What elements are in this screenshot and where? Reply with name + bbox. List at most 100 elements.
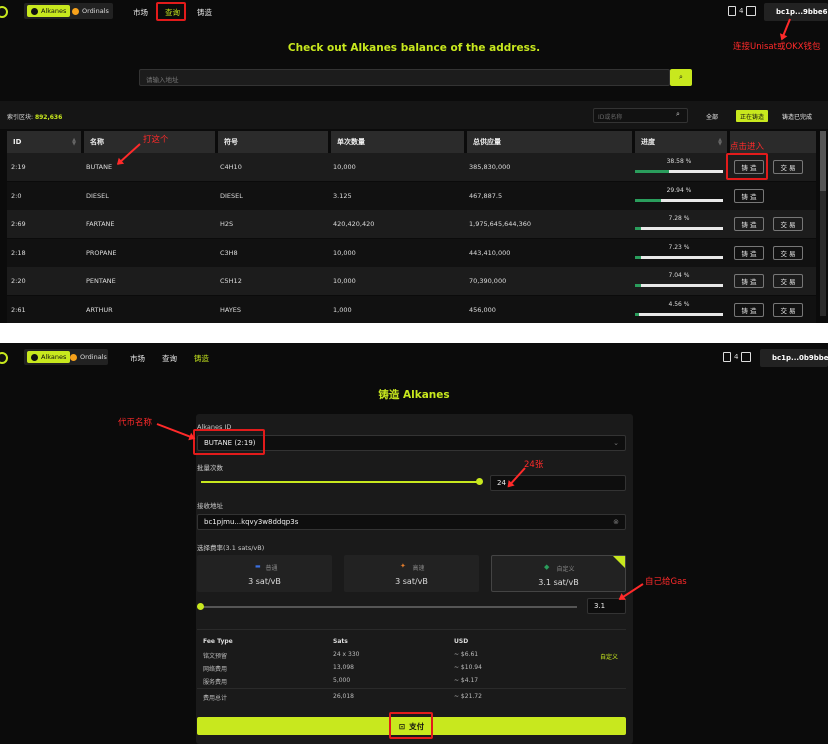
cell-amount: 420,420,420 [333, 220, 375, 228]
table-row[interactable]: 2:69 FARTANE H2S 420,420,420 1,975,645,644,3… [7, 210, 816, 238]
cell-name[interactable]: PROPANE [86, 239, 116, 267]
receive-address-input[interactable]: bc1pjmu...kqvy3w8ddqp3s ⊗ [197, 514, 626, 530]
cell-supply: 1,975,645,644,360 [469, 220, 532, 228]
wallet-button[interactable]: bc1p...9bbe6 [764, 3, 828, 21]
custom-fee-link[interactable]: 自定义 [600, 652, 618, 661]
mint-button[interactable]: 铸 造 [734, 245, 764, 260]
table-row[interactable]: 2:20 PENTANE C5H12 10,000 70,390,000 7.04 % 铸 … [7, 267, 816, 295]
progress-fill [635, 170, 669, 173]
nav-mint[interactable]: 铸造 [197, 7, 212, 18]
progress-label: 7.04 % [668, 272, 690, 279]
nav-query[interactable]: 查询 [162, 353, 177, 364]
sort-icon: ▲ ▼ [718, 137, 722, 147]
cell-name[interactable]: BUTANE [86, 153, 112, 181]
cell-supply: 443,410,000 [469, 248, 511, 257]
scrollbar-thumb[interactable] [820, 131, 826, 191]
col-id[interactable]: ID ▲ ▼ [7, 131, 81, 153]
search-button[interactable]: ⌕ [670, 69, 692, 86]
filter-bar: 索引区块: 892,636 ID或名称 ⌕ 全部 正在铸造 铸造已完成 [0, 101, 828, 129]
progress-bar: 29.94 % [635, 187, 723, 204]
nav-mint[interactable]: 铸造 [194, 353, 209, 364]
batch-slider-knob[interactable] [475, 478, 483, 485]
progress-bar: 38.58 % [635, 158, 723, 175]
nav-market[interactable]: 市场 [130, 353, 145, 364]
network-icon[interactable] [741, 352, 752, 362]
filter-minting[interactable]: 正在铸造 [736, 110, 769, 122]
fee-option-fast[interactable]: ✦ 高速 3 sat/vB [344, 555, 479, 592]
clear-icon[interactable]: ⊗ [613, 518, 619, 526]
fee-slider-knob[interactable] [196, 603, 204, 610]
fee-table-cell: 26,018 [333, 693, 354, 700]
mint-button[interactable]: 铸 造 [734, 217, 764, 231]
progress-track [635, 170, 723, 173]
filter-input[interactable]: ID或名称 [593, 108, 688, 123]
progress-label: 7.23 % [668, 243, 690, 251]
progress-fill [635, 255, 642, 259]
address-search-input[interactable]: 请输入地址 [139, 69, 670, 86]
tab-ordinals[interactable]: Ordinals [66, 351, 111, 363]
progress-fill [635, 227, 642, 230]
cell-id: 2:69 [11, 220, 26, 228]
annotation-box-pay [389, 712, 433, 739]
annotation-box-alkanes-id [193, 429, 265, 455]
fee-table-cell: 费用总计 [203, 695, 228, 702]
fee-table-cell: 13,098 [333, 664, 354, 671]
fee-table-header: Sats [333, 638, 348, 645]
progress-bar: 4.56 % [635, 301, 723, 318]
batch-slider[interactable] [201, 478, 483, 485]
fee-option-custom[interactable]: ◆ 自定义 3.1 sat/vB [491, 555, 626, 592]
annotation-arrow-token-name [156, 423, 195, 440]
cell-name[interactable]: PENTANE [86, 267, 116, 295]
table-header: ID ▲ ▼ 名称 符号 单次数量 总供应量 进度 ▲ ▼ [7, 131, 816, 153]
cell-name[interactable]: ARTHUR [86, 296, 113, 324]
fee-table-cell: ~ $21.72 [454, 693, 482, 700]
sort-icon: ▲ ▼ [72, 137, 76, 147]
chevron-down-icon: ⌄ [613, 439, 619, 447]
table-scrollbar[interactable] [820, 131, 826, 316]
cell-symbol: HAYES [220, 305, 242, 314]
fee-slider[interactable] [196, 603, 577, 610]
trade-button[interactable]: 交 易 [773, 217, 803, 231]
trade-button[interactable]: 交 易 [773, 274, 803, 288]
cell-name[interactable]: DIESEL [86, 182, 109, 210]
annotation-box-query [156, 2, 186, 21]
fee-table-cell: 服务费用 [203, 679, 228, 686]
batch-slider-fill [201, 481, 479, 483]
address-label: 接收地址 [197, 502, 223, 510]
table-row[interactable]: 2:18 PROPANE C3H8 10,000 443,410,000 7.23 % 铸 … [7, 238, 816, 267]
mint-button[interactable]: 铸 造 [734, 188, 764, 203]
annotation-click-enter: 点击进入 [730, 142, 765, 152]
fee-option-normal[interactable]: ▬ 普通 3 sat/vB [197, 555, 332, 592]
search-icon: ⌕ [679, 73, 683, 81]
header-icons: 4 [728, 6, 757, 16]
col-progress[interactable]: 进度 ▲ ▼ [635, 131, 727, 153]
tab-ordinals[interactable]: Ordinals [68, 5, 113, 17]
filter-completed[interactable]: 铸造已完成 [778, 110, 816, 122]
inscription-icon[interactable] [728, 6, 736, 16]
trade-button[interactable]: 交 易 [773, 160, 803, 174]
divider [197, 629, 626, 630]
mint-button[interactable]: 铸 造 [734, 302, 764, 317]
cell-name[interactable]: FARTANE [86, 210, 115, 238]
explore-panel: Alkanes Ordinals 市场 查询 铸造 4 bc1p...9bbe6… [0, 0, 828, 323]
table-row[interactable]: 2:61 ARTHUR HAYES 1,000 456,000 4.56 % 铸 造交 易 [7, 295, 816, 324]
mint-nav: Alkanes Ordinals 市场 查询 铸造 4 bc1p...0b9bb… [0, 346, 828, 370]
nav-market[interactable]: 市场 [133, 7, 148, 18]
tab-alkanes[interactable]: Alkanes [27, 351, 71, 363]
filter-all[interactable]: 全部 [702, 110, 722, 122]
top-nav: Alkanes Ordinals 市场 查询 铸造 4 bc1p...9bbe6 [0, 0, 828, 24]
fee-table-cell: ~ $10.94 [454, 664, 482, 671]
trade-button[interactable]: 交 易 [773, 302, 803, 317]
table-row[interactable]: 2:19 BUTANE C4H10 10,000 385,830,000 38.58 % 铸… [7, 153, 816, 181]
trade-button[interactable]: 交 易 [773, 245, 803, 260]
inscription-count: 4 [734, 353, 739, 361]
progress-track [635, 312, 723, 316]
table-row[interactable]: 2:0 DIESEL DIESEL 3.125 467,887.5 29.94 % 铸 造 [7, 181, 816, 210]
inscription-icon[interactable] [723, 352, 731, 362]
tab-alkanes[interactable]: Alkanes [27, 5, 71, 17]
col-symbol: 符号 [218, 131, 328, 153]
wallet-button[interactable]: bc1p...0b9bbe6 [760, 349, 828, 367]
network-icon[interactable] [746, 6, 757, 16]
mint-button[interactable]: 铸 造 [734, 274, 764, 288]
alkanes-icon [31, 7, 38, 15]
